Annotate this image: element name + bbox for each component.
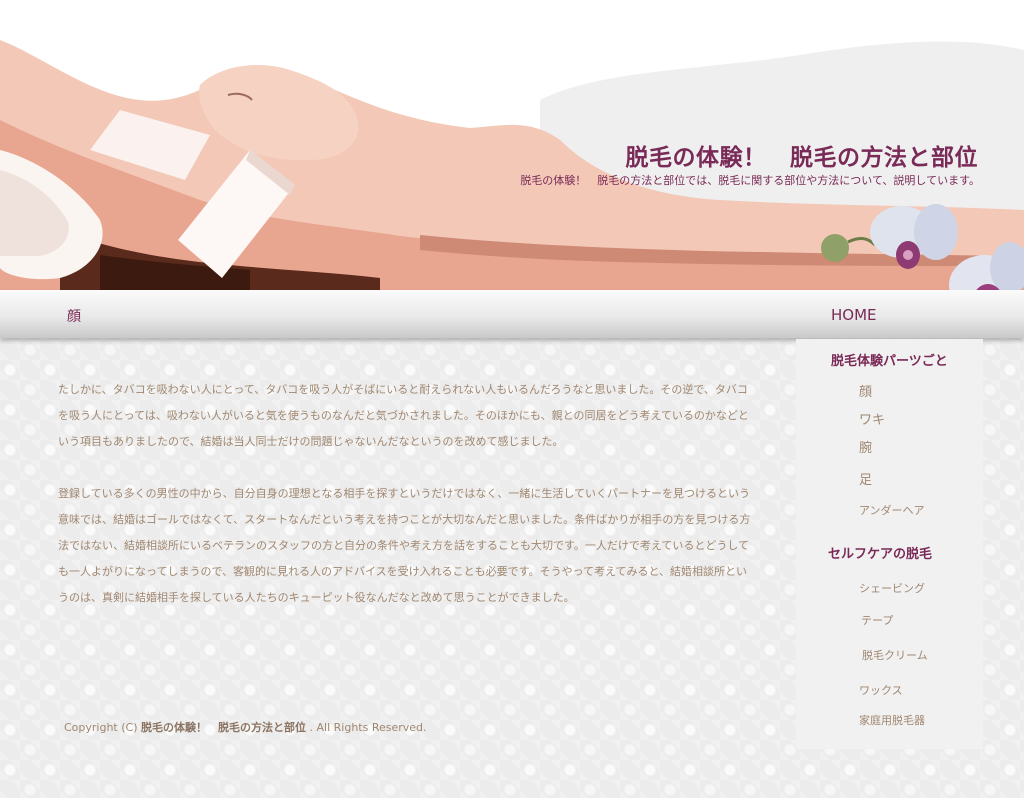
sidebar: 脱毛体験パーツごと 顔 ワキ 腕 足 アンダーヘア セルフケアの脱毛 シェービン… xyxy=(796,339,983,749)
sidebar-item-underarm[interactable]: ワキ xyxy=(859,409,885,428)
copyright-site-name[interactable]: 脱毛の体験！ 脱毛の方法と部位 xyxy=(141,721,306,734)
content-paragraph: 登録している多くの男性の中から、自分自身の理想となる相手を探すというだけではなく… xyxy=(58,487,751,604)
sidebar-heading-selfcare: セルフケアの脱毛 xyxy=(828,547,933,562)
sidebar-item-leg[interactable]: 足 xyxy=(859,469,872,488)
nav-bar: 顔 HOME xyxy=(0,290,1024,338)
site-description: 脱毛の体験！ 脱毛の方法と部位では、脱毛に関する部位や方法について、説明していま… xyxy=(520,174,980,187)
sidebar-item-home-device[interactable]: 家庭用脱毛器 xyxy=(859,712,925,728)
content-paragraph: たしかに、タバコを吸わない人にとって、タバコを吸う人がそばにいると耐えられない人… xyxy=(58,383,749,448)
site-title[interactable]: 脱毛の体験！ 脱毛の方法と部位 xyxy=(626,138,979,172)
sidebar-item-wax[interactable]: ワックス xyxy=(859,682,903,698)
copyright-suffix: . All Rights Reserved. xyxy=(309,721,427,734)
sidebar-item-face[interactable]: 顔 xyxy=(859,381,872,400)
main-content: たしかに、タバコを吸わない人にとって、タバコを吸う人がそばにいると耐えられない人… xyxy=(58,377,756,637)
nav-link-face[interactable]: 顔 xyxy=(67,306,81,326)
sidebar-item-shaving[interactable]: シェービング xyxy=(859,580,925,596)
footer: Copyright (C) 脱毛の体験！ 脱毛の方法と部位 . All Righ… xyxy=(64,719,427,735)
nav-link-home[interactable]: HOME xyxy=(831,306,877,324)
sidebar-heading-parts: 脱毛体験パーツごと xyxy=(831,354,948,369)
copyright-prefix: Copyright (C) xyxy=(64,721,138,734)
sidebar-item-arm[interactable]: 腕 xyxy=(859,437,872,456)
sidebar-item-hair-removal-cream[interactable]: 脱毛クリーム xyxy=(862,647,928,663)
header: 脱毛の体験！ 脱毛の方法と部位 脱毛の体験！ 脱毛の方法と部位では、脱毛に関する… xyxy=(0,0,1024,290)
sidebar-item-underhair[interactable]: アンダーヘア xyxy=(859,502,925,518)
sidebar-item-tape[interactable]: テープ xyxy=(861,612,893,628)
